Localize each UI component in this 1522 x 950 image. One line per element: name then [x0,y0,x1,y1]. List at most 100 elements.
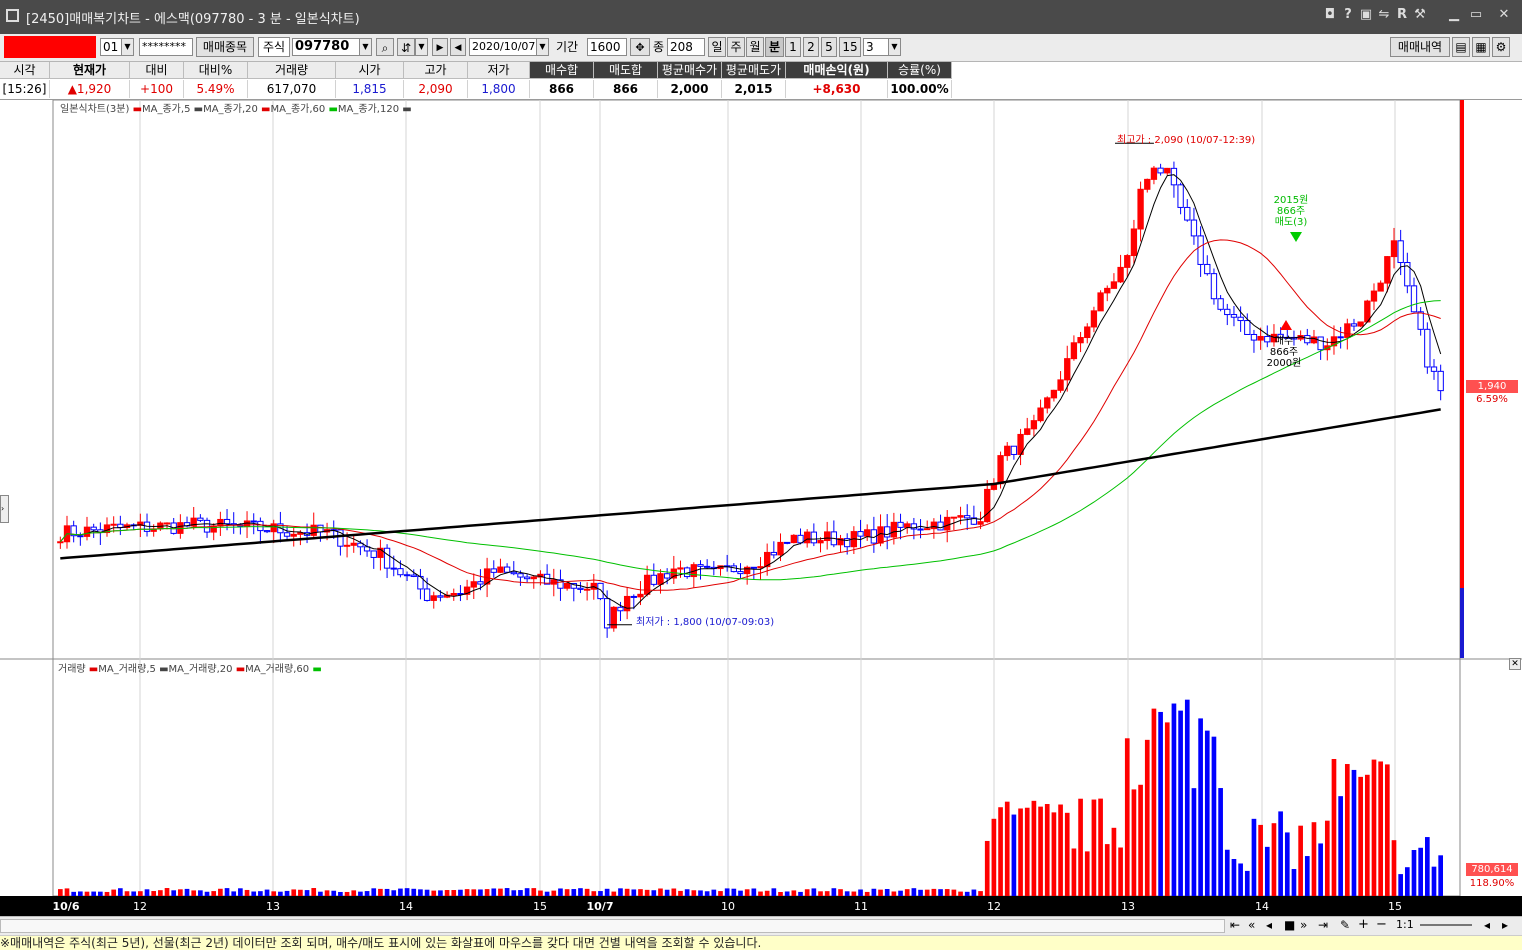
chart-frame [52,100,1461,897]
trade-history-button[interactable]: 매매내역 [1390,37,1450,57]
volume-bar [1398,874,1403,896]
candle-body [370,550,377,558]
volume-bar [184,888,190,896]
tf-week-button[interactable]: 주 [727,37,745,57]
step-back-icon[interactable]: ◂ [1266,918,1272,932]
close-icon[interactable]: ✕ [1496,6,1512,24]
zoom-ratio[interactable]: 1:1 [1396,918,1414,931]
reset-icon[interactable]: R [1394,6,1410,24]
x-axis-label: 10/6 [53,900,80,913]
volume-bar [1211,736,1217,896]
page-prev-icon[interactable]: ◂ [1484,918,1490,932]
link-icon[interactable]: ⇋ [1376,6,1392,24]
volume-bar [291,889,297,896]
volume-bar [64,888,70,896]
prev-arrow-button[interactable]: ◀ [450,38,466,56]
tf-2-button[interactable]: 2 [803,37,819,57]
password-field[interactable]: ******** [139,38,193,56]
side-panel-toggle[interactable]: › [0,495,9,523]
tf-15-button[interactable]: 15 [839,37,861,57]
candle-body [577,587,584,590]
tf-custom-dropdown[interactable]: ▼ [888,38,901,56]
open-folder-icon[interactable]: ▤ [1452,37,1470,57]
screen-icon[interactable]: ▣ [1358,6,1374,24]
period-input[interactable]: 1600 [587,38,627,56]
volume-bar [898,890,903,896]
candle-body [510,571,517,575]
candle-body [1057,379,1064,391]
volume-bar [58,889,63,896]
zoom-in-icon[interactable]: + [1358,917,1369,932]
stock-code-input[interactable]: 097780 [292,38,360,56]
volume-bar [104,891,110,896]
volume-bar [904,889,910,896]
end-icon[interactable]: ⇥ [1318,918,1328,932]
date-dropdown-arrow[interactable]: ▼ [536,38,549,56]
close-pane-icon[interactable]: ✕ [1509,658,1521,670]
tf-day-button[interactable]: 일 [708,37,726,57]
candle-body [490,568,497,573]
candle-body [470,581,477,588]
chart-scrollbar[interactable] [0,919,1225,933]
candle-body [1244,320,1251,335]
stop-icon[interactable]: ■ [1284,918,1295,932]
maximize-icon[interactable]: ▭ [1468,6,1484,24]
tool-icon[interactable]: ⚒ [1412,6,1428,24]
volume-bar [1351,769,1357,896]
tf-month-button[interactable]: 월 [746,37,764,57]
volume-bar [878,889,883,896]
volume-bar [231,891,237,896]
candle-body [730,565,737,573]
volume-bar [1171,703,1177,896]
help-icon[interactable]: ? [1340,6,1356,24]
volume-bar [1411,850,1417,896]
candle-body [283,532,291,537]
volume-bar [938,889,943,896]
volume-bar [244,889,250,896]
count-input[interactable]: 208 [667,38,705,56]
buy-text: 매수 [1274,336,1294,347]
quote-header: 대비 [130,62,184,79]
crosshair-icon[interactable]: ✥ [630,38,650,56]
next-arrow-button[interactable]: ▶ [432,38,448,56]
date-input[interactable]: 2020/10/07 [469,38,537,56]
save-icon[interactable]: ▦ [1472,37,1490,57]
quote-header: 거래량 [248,62,336,79]
account-suffix-field[interactable]: 01 [100,38,122,56]
forward-icon[interactable]: » [1300,918,1307,932]
feedback-icon[interactable]: ◘ [1322,6,1338,24]
toolbar: 01 ▼ ******** 매매종목 주식 097780 ▼ ⌕ ⇵ ▼ ▶ ◀… [0,34,1522,62]
account-dropdown-arrow[interactable]: ▼ [121,38,134,56]
search-icon[interactable]: ⌕ [376,38,394,56]
rewind-icon[interactable]: « [1248,918,1255,932]
zoom-slider[interactable] [1420,924,1472,926]
page-next-icon[interactable]: ▸ [1502,918,1508,932]
volume-bar [1138,784,1143,896]
tf-custom-input[interactable]: 3 [863,38,889,56]
candle-body [257,520,264,532]
quote-current-price: ▲1,920 [50,80,130,98]
candle-body [864,529,871,537]
volume-bar [764,890,770,896]
volume-bar [271,891,277,896]
volume-bar [1431,866,1437,896]
quote-header: 평균매수가 [658,62,722,79]
candle-body [677,567,684,570]
tf-minute-button[interactable]: 분 [765,37,784,57]
volume-bar [1231,858,1237,896]
zoom-out-icon[interactable]: − [1376,917,1387,932]
sort-dropdown-arrow[interactable]: ▼ [415,38,428,56]
chart-area[interactable]: 10/6 12 13 14 15 10/7 10 11 12 13 14 15 일본식차트(3분) ▬… [0,100,1522,916]
draw-tool-icon[interactable]: ✎ [1340,918,1350,932]
market-select[interactable]: 주식 [258,37,290,57]
scroll-left-end-icon[interactable]: ⇤ [1230,918,1240,932]
stock-code-dropdown[interactable]: ▼ [359,38,372,56]
candle-body [450,593,457,596]
tf-1-button[interactable]: 1 [785,37,801,57]
candle-body [290,533,297,537]
settings-wrench-icon[interactable]: ⚙ [1492,37,1510,57]
trade-item-button[interactable]: 매매종목 [196,37,254,57]
sort-icon[interactable]: ⇵ [397,38,415,56]
minimize-icon[interactable]: ▁ [1446,6,1462,24]
tf-5-button[interactable]: 5 [821,37,837,57]
